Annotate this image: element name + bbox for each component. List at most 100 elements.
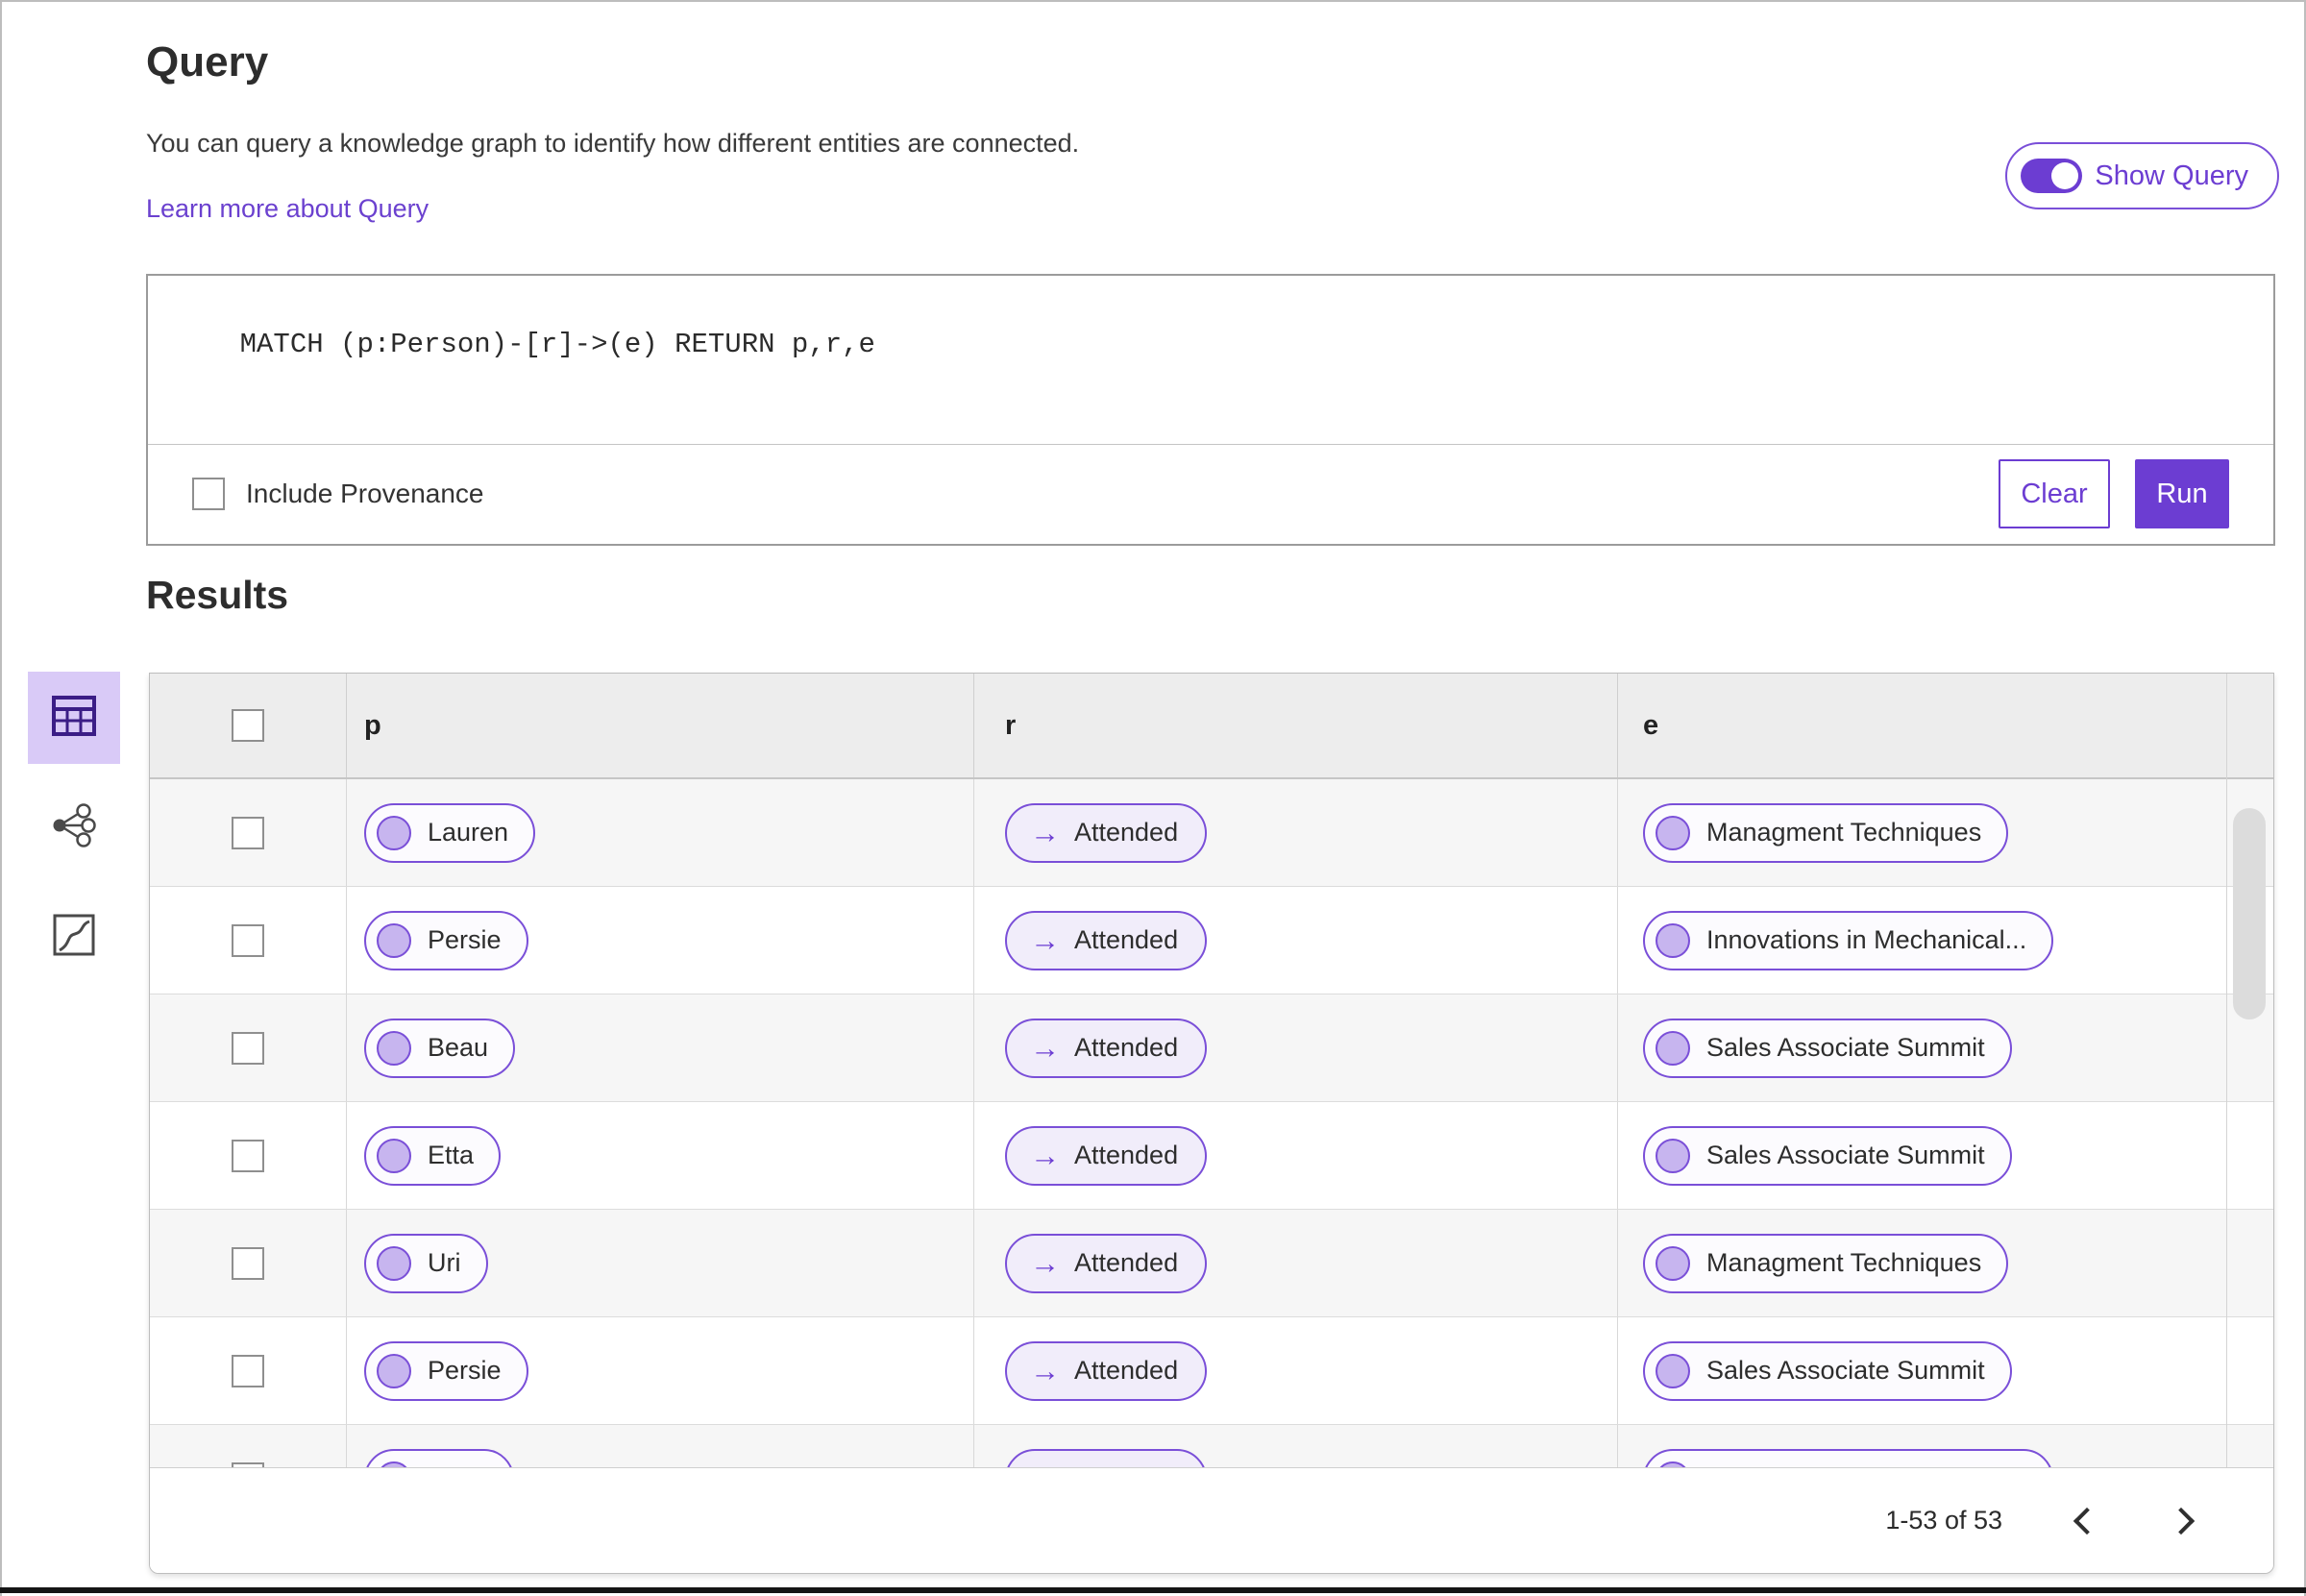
chart-view-button[interactable] [28, 891, 120, 983]
relation-label: Attended [1074, 1248, 1179, 1277]
relation-pill[interactable]: Attended [1005, 1340, 1208, 1401]
toggle-knob [2051, 162, 2079, 189]
page-title: Query [146, 38, 269, 86]
relation-label: Attended [1074, 1356, 1179, 1385]
vertical-scrollbar[interactable] [2226, 674, 2273, 1467]
entity-node-icon [1656, 922, 1690, 958]
entity-label: Sales Associate Summit [1706, 1141, 1985, 1169]
relation-label: Attended [1074, 818, 1179, 847]
entity-label: Sales Associate Summit [1706, 1033, 1985, 1062]
entity-node-icon [377, 815, 411, 850]
table-view-icon [51, 695, 97, 742]
entity-pill[interactable]: Managment Techniques [1643, 1233, 2009, 1293]
entity-pill[interactable]: Sales Associate Summit [1643, 1340, 2012, 1401]
results-view-switcher [28, 672, 120, 983]
entity-pill[interactable]: Persie [364, 910, 528, 970]
row-checkbox[interactable] [232, 816, 264, 849]
table-body: Lauren Attended Managment Techniques Per… [150, 779, 2273, 1467]
query-description: You can query a knowledge graph to ident… [146, 129, 1080, 158]
arrow-right-icon [1030, 1141, 1060, 1170]
previous-page-button[interactable] [2062, 1500, 2104, 1542]
entity-label: Lauren [428, 818, 509, 847]
entity-pill[interactable]: Sales Associate Summit [1643, 1018, 2012, 1078]
entity-pill[interactable]: Larry [364, 1448, 514, 1467]
show-query-toggle[interactable]: Show Query [2005, 142, 2279, 209]
entity-label: Etta [428, 1141, 475, 1169]
arrow-right-icon [1030, 925, 1060, 955]
table-row: Lauren Attended Managment Techniques [150, 779, 2273, 887]
relation-label: Attended [1074, 925, 1179, 954]
relation-pill[interactable]: Attended [1005, 1448, 1208, 1467]
entity-label: Managment Techniques [1706, 1248, 1982, 1277]
relation-pill[interactable]: Attended [1005, 910, 1208, 970]
entity-pill[interactable]: Sales Associate Summit [1643, 1125, 2012, 1186]
row-checkbox[interactable] [232, 1031, 264, 1065]
entity-label: Beau [428, 1033, 489, 1062]
arrow-right-icon [1030, 1248, 1060, 1278]
entity-node-icon [377, 1245, 411, 1281]
graph-view-button[interactable] [28, 781, 120, 873]
entity-label: Uri [428, 1248, 461, 1277]
relation-pill[interactable]: Attended [1005, 802, 1208, 863]
clear-button[interactable]: Clear [1999, 459, 2110, 528]
column-header-e[interactable]: e [1643, 710, 1658, 742]
relation-pill[interactable]: Attended [1005, 1018, 1208, 1078]
scrollbar-thumb[interactable] [2233, 808, 2266, 1019]
include-provenance-label: Include Provenance [246, 479, 484, 508]
row-checkbox[interactable] [232, 923, 264, 957]
entity-node-icon [1656, 1245, 1690, 1281]
entity-pill[interactable]: Managment Techniques [1643, 802, 2009, 863]
entity-pill[interactable]: Innovations in Mechanical... [1643, 910, 2054, 970]
entity-label: Innovations in Mechanical... [1706, 925, 2027, 954]
table-header-row: p r e [150, 674, 2273, 779]
resize-grip-icon[interactable] [2247, 418, 2270, 441]
chart-view-icon [52, 913, 96, 962]
run-button[interactable]: Run [2135, 459, 2229, 528]
entity-node-icon [1656, 1138, 1690, 1173]
entity-node-icon [1656, 1353, 1690, 1388]
learn-more-link[interactable]: Learn more about Query [146, 194, 429, 224]
entity-pill[interactable]: Beau [364, 1018, 516, 1078]
relation-pill[interactable]: Attended [1005, 1125, 1208, 1186]
entity-label: Persie [428, 1356, 502, 1385]
query-input[interactable]: MATCH (p:Person)-[r]->(e) RETURN p,r,e [148, 276, 2273, 445]
column-header-r[interactable]: r [1005, 710, 1016, 742]
entity-pill[interactable]: Innovations in Mechanical... [1643, 1448, 2054, 1467]
entity-pill[interactable]: Etta [364, 1125, 502, 1186]
table-view-button[interactable] [28, 672, 120, 764]
next-page-button[interactable] [2164, 1500, 2206, 1542]
entity-node-icon [1656, 815, 1690, 850]
row-checkbox[interactable] [232, 1354, 264, 1387]
select-all-checkbox[interactable] [232, 709, 264, 742]
entity-label: Sales Associate Summit [1706, 1356, 1985, 1385]
entity-pill[interactable]: Persie [364, 1340, 528, 1401]
entity-pill[interactable]: Lauren [364, 802, 536, 863]
entity-node-icon [377, 922, 411, 958]
table-row: Uri Attended Managment Techniques [150, 1210, 2273, 1317]
toggle-on-icon[interactable] [2021, 159, 2083, 193]
table-row: Persie Attended Innovations in Mechanica… [150, 887, 2273, 994]
relation-label: Attended [1074, 1141, 1179, 1169]
include-provenance-option[interactable]: Include Provenance [192, 478, 484, 510]
table-row: Larry Attended Innovations in Mechanical… [150, 1425, 2273, 1467]
show-query-label: Show Query [2095, 160, 2248, 191]
arrow-right-icon [1030, 1356, 1060, 1386]
entity-node-icon [377, 1030, 411, 1066]
row-checkbox[interactable] [232, 1139, 264, 1172]
row-checkbox[interactable] [232, 1246, 264, 1280]
results-table-panel: p r e Lauren Attended Managment Techniqu… [149, 673, 2274, 1574]
table-row: Etta Attended Sales Associate Summit [150, 1102, 2273, 1210]
include-provenance-checkbox[interactable] [192, 478, 225, 510]
relation-pill[interactable]: Attended [1005, 1233, 1208, 1293]
entity-pill[interactable]: Uri [364, 1233, 488, 1293]
arrow-right-icon [1030, 818, 1060, 847]
relation-label: Attended [1074, 1033, 1179, 1062]
results-title: Results [146, 573, 289, 617]
entity-node-icon [377, 1138, 411, 1173]
entity-node-icon [1656, 1030, 1690, 1066]
query-text: MATCH (p:Person)-[r]->(e) RETURN p,r,e [239, 329, 875, 360]
graph-view-icon [50, 802, 98, 852]
column-header-p[interactable]: p [364, 710, 381, 742]
window-bottom-edge [0, 1587, 2306, 1593]
pagination-range: 1-53 of 53 [1885, 1506, 2002, 1535]
